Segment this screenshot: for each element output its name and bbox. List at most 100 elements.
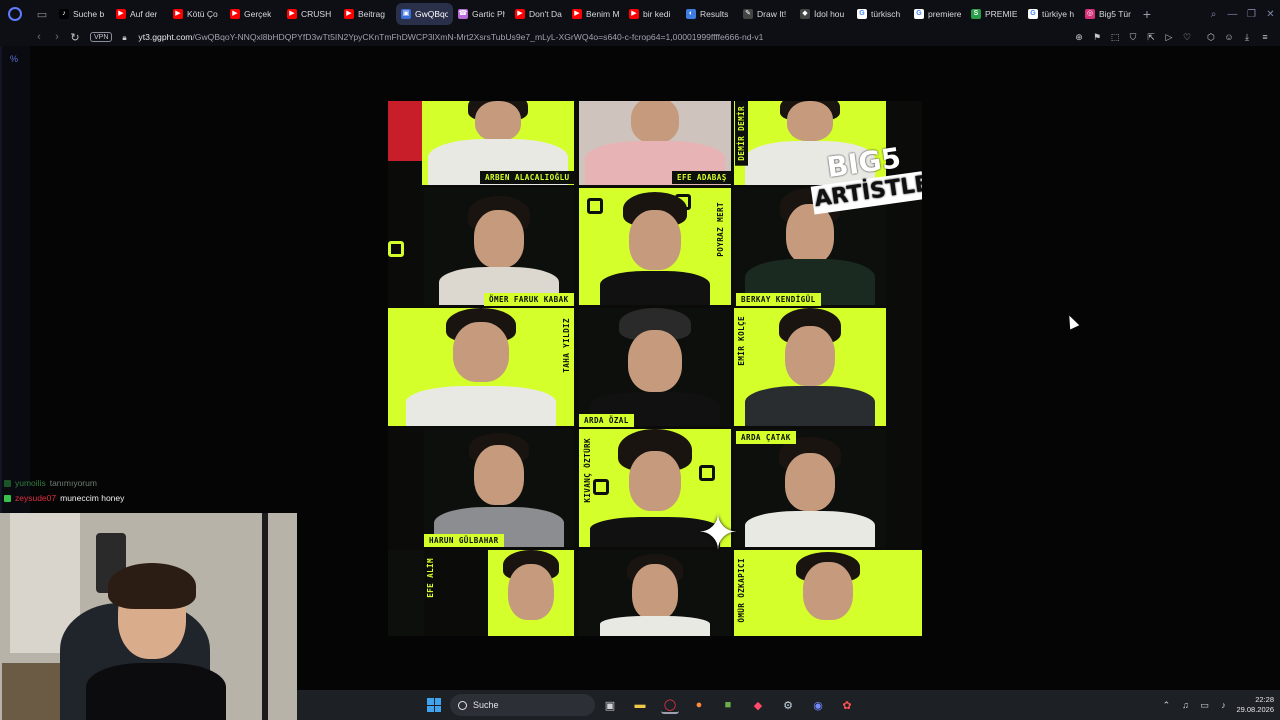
browser-tab[interactable]: ☎ Gartic Ph bbox=[453, 3, 510, 25]
bookmark-icon[interactable]: ⚑ bbox=[1090, 30, 1104, 44]
tab-favicon-icon: ▶ bbox=[515, 9, 525, 19]
address-bar-tools: ⊕ ⚑ ⬚ ⛉ ⇱ ▷ ♡ ⬡ ☺ ⤓ ≡ bbox=[1072, 28, 1272, 46]
opera-menu-button[interactable] bbox=[0, 0, 30, 28]
cell-bottom-middle bbox=[579, 550, 731, 636]
portrait-shirt bbox=[745, 511, 875, 547]
browser-tab[interactable]: ◎ Big5 Tür bbox=[1080, 3, 1137, 25]
new-tab-button[interactable]: + bbox=[1137, 3, 1157, 25]
browser-tab[interactable]: ▶ CRUSH bbox=[282, 3, 339, 25]
chat-message: yumoilis tanımıyorum bbox=[4, 476, 296, 491]
tab-title: Big5 Tür bbox=[1099, 9, 1131, 19]
browser-tab[interactable]: Gtürkisch bbox=[852, 3, 909, 25]
tab-favicon-icon: ▶ bbox=[629, 9, 639, 19]
url-field[interactable]: yt3.ggpht.com/GwQBqoY-NNQxl8bHDQPYfD3wTt… bbox=[138, 32, 818, 42]
file-explorer-icon[interactable]: ▬ bbox=[631, 696, 649, 714]
windows-start-button[interactable] bbox=[427, 698, 441, 712]
tab-favicon-icon: ▶ bbox=[287, 9, 297, 19]
easy-setup-icon[interactable]: ≡ bbox=[1258, 30, 1272, 44]
address-bar: ‹ › ↻ VPN 🔒︎ yt3.ggpht.com/GwQBqoY-NNQxl… bbox=[0, 28, 1280, 46]
name-kivanc: KIVANÇ ÖZTÜRK bbox=[583, 438, 592, 503]
name-poyraz: POYRAZ MERT bbox=[716, 202, 725, 257]
browser-tab[interactable]: ▶ Don't Da bbox=[510, 3, 567, 25]
browser-tab[interactable]: ◆ İdol hou bbox=[795, 3, 852, 25]
browser-tab[interactable]: ▣ GwQBqoY-NNQ bbox=[396, 3, 453, 25]
portrait-face bbox=[631, 101, 679, 143]
webcam-person-body bbox=[86, 663, 226, 720]
close-window-button[interactable]: ✕ bbox=[1261, 0, 1280, 28]
vpn-badge[interactable]: VPN bbox=[90, 32, 113, 42]
tab-title: premiere bbox=[928, 9, 961, 19]
chevron-up-icon[interactable]: ⌃ bbox=[1160, 699, 1172, 711]
url-path: /GwQBqoY-NNQxl8bHDQPYfD3wTt5IN2YpyCKnTmF… bbox=[192, 32, 764, 42]
lock-icon[interactable]: 🔒︎ bbox=[122, 33, 130, 42]
browser-tab[interactable]: Gtürkiye h bbox=[1023, 3, 1080, 25]
portrait-face bbox=[475, 101, 521, 141]
portrait-face bbox=[785, 326, 835, 386]
app-with-badge-icon[interactable]: ✿ bbox=[838, 696, 856, 714]
premiere-icon[interactable]: ◆ bbox=[749, 696, 767, 714]
workspaces-icon[interactable]: ▭ bbox=[30, 0, 54, 28]
browser-tab[interactable]: ▶ Beitrag bbox=[339, 3, 396, 25]
tab-favicon-icon: ▶ bbox=[572, 9, 582, 19]
download-icon[interactable]: ⤓ bbox=[1240, 30, 1254, 44]
cell-taha bbox=[388, 308, 574, 426]
tab-favicon-icon: ✎ bbox=[743, 9, 753, 19]
extensions-icon[interactable]: ⬡ bbox=[1204, 30, 1218, 44]
portrait-face bbox=[474, 445, 524, 505]
portrait-shirt bbox=[600, 271, 710, 305]
opera-taskbar-icon[interactable]: ◯ bbox=[661, 696, 679, 714]
tab-search-icon[interactable]: ⌕ bbox=[1204, 0, 1223, 28]
back-button[interactable]: ‹ bbox=[30, 28, 48, 46]
microphone-icon[interactable]: ♫ bbox=[1179, 699, 1191, 711]
taskbar-search[interactable]: Suche bbox=[450, 694, 595, 716]
browser-tab[interactable]: ✎ Draw It! bbox=[738, 3, 795, 25]
browser-tab[interactable]: Gpremiere bbox=[909, 3, 966, 25]
cell-emir bbox=[734, 308, 886, 426]
tab-title: Draw It! bbox=[757, 9, 787, 19]
profile-icon[interactable]: ☺ bbox=[1222, 30, 1236, 44]
red-shape bbox=[388, 101, 422, 161]
firefox-icon[interactable]: ● bbox=[690, 696, 708, 714]
browser-tab[interactable]: ▶ Auf der bbox=[111, 3, 168, 25]
browser-tab[interactable]: ▶ Kötü Ço bbox=[168, 3, 225, 25]
minimize-button[interactable]: — bbox=[1223, 0, 1242, 28]
display-icon[interactable]: ▭ bbox=[1198, 699, 1210, 711]
shield-icon[interactable]: ⛉ bbox=[1126, 30, 1140, 44]
snapshot-icon[interactable]: ⬚ bbox=[1108, 30, 1122, 44]
browser-tab[interactable]: ▶ bir kedi bbox=[624, 3, 681, 25]
tab-favicon-icon: ☎ bbox=[458, 9, 468, 19]
clock-date: 29.08.2026 bbox=[1236, 705, 1274, 714]
play-icon[interactable]: ▷ bbox=[1162, 30, 1176, 44]
chat-badge-icon bbox=[4, 480, 11, 487]
name-arben: ARBEN ALACALIOĞLU bbox=[480, 171, 575, 184]
taskbar-clock[interactable]: 22:28 29.08.2026 bbox=[1236, 695, 1274, 715]
stream-chat: yumoilis tanımıyorum zeysude07 muneccim … bbox=[4, 476, 296, 506]
reload-button[interactable]: ↻ bbox=[66, 28, 84, 46]
browser-tab[interactable]: S PREMIER bbox=[966, 3, 1023, 25]
name-taha: TAHA YILDIZ bbox=[562, 318, 571, 373]
share-icon[interactable]: ⇱ bbox=[1144, 30, 1158, 44]
browser-tab[interactable]: ♪ Suche b bbox=[54, 3, 111, 25]
tab-favicon-icon: ▶ bbox=[344, 9, 354, 19]
tab-title: türkiye h bbox=[1042, 9, 1075, 19]
minecraft-icon[interactable]: ■ bbox=[719, 696, 737, 714]
heart-icon[interactable]: ♡ bbox=[1180, 30, 1194, 44]
browser-tab[interactable]: ▶ Benim M bbox=[567, 3, 624, 25]
chat-username: yumoilis bbox=[15, 478, 46, 488]
cell-efe-alim bbox=[488, 550, 574, 636]
url-host: yt3.ggpht.com bbox=[138, 32, 193, 42]
tab-favicon-icon: ▶ bbox=[116, 9, 126, 19]
tab-favicon-icon: ▶ bbox=[230, 9, 240, 19]
task-view-icon[interactable]: ▣ bbox=[601, 696, 619, 714]
browser-tab[interactable]: ▶ Gerçek bbox=[225, 3, 282, 25]
browser-tab[interactable]: ◐ Results bbox=[681, 3, 738, 25]
steam-icon[interactable]: ⚙ bbox=[779, 696, 797, 714]
discord-icon[interactable]: ◉ bbox=[809, 696, 827, 714]
forward-button[interactable]: › bbox=[48, 28, 66, 46]
portrait-face bbox=[786, 204, 834, 264]
tab-title: İdol hou bbox=[814, 9, 845, 19]
maximize-button[interactable]: ❐ bbox=[1242, 0, 1261, 28]
webcam-shelf bbox=[2, 663, 62, 720]
zoom-icon[interactable]: ⊕ bbox=[1072, 30, 1086, 44]
volume-icon[interactable]: ♪ bbox=[1217, 699, 1229, 711]
